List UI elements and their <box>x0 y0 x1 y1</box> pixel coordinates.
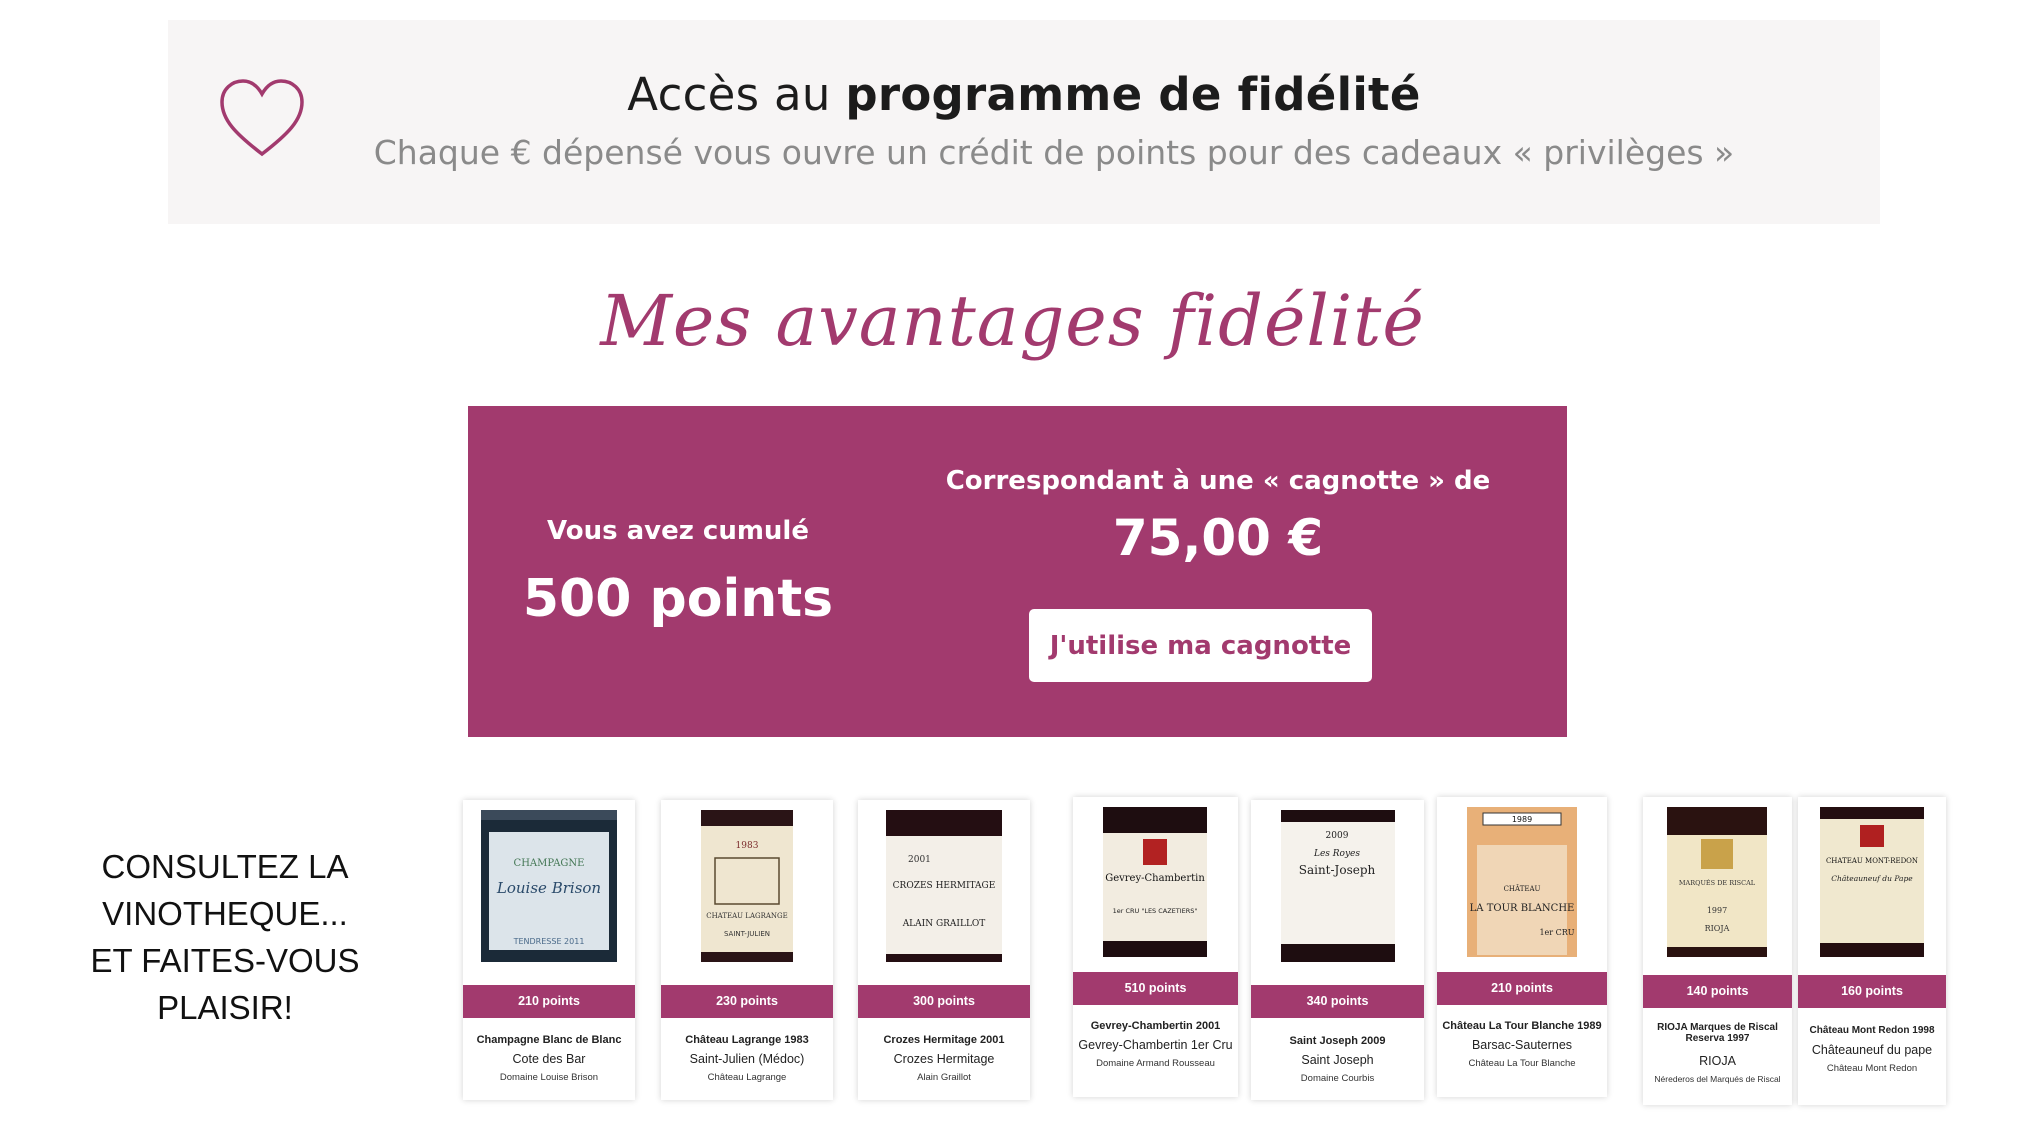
wine-domain: Nérederos del Marqués de Riscal <box>1654 1074 1781 1084</box>
wine-name: Saint Joseph 2009 <box>1289 1035 1386 1047</box>
bottle-label-line: 1983 <box>736 841 759 851</box>
wine-points-badge: 210 points <box>463 985 635 1018</box>
wine-domain: Château La Tour Blanche <box>1468 1058 1576 1069</box>
cagnotte-label: Correspondant à une « cagnotte » de <box>945 466 1491 496</box>
wine-appellation: RIOJA <box>1699 1054 1736 1068</box>
wine-name: Gevrey-Chambertin 2001 <box>1090 1020 1221 1032</box>
promo-line: PLAISIR! <box>157 989 293 1026</box>
use-cagnotte-button[interactable]: J'utilise ma cagnotte <box>1029 609 1372 682</box>
bottle-label-line: CROZES HERMITAGE <box>893 881 996 891</box>
wine-points-badge: 140 points <box>1643 975 1792 1008</box>
bottle-label-line: 1989 <box>1512 815 1532 824</box>
wine-appellation: Châteauneuf du pape <box>1811 1043 1933 1057</box>
banner-subtitle: Chaque € dépensé vous ouvre un crédit de… <box>373 133 1735 172</box>
wine-domain: Domaine Armand Rousseau <box>1096 1058 1215 1069</box>
bottle-label-line: 2009 <box>1326 831 1349 841</box>
wine-name: Crozes Hermitage 2001 <box>883 1034 1005 1046</box>
wine-card[interactable]: 1989 CHÂTEAU LA TOUR BLANCHE 1er CRU 210… <box>1437 797 1607 1097</box>
wine-appellation: Saint-Julien (Médoc) <box>689 1052 805 1066</box>
promo-line: ET FAITES-VOUS <box>90 942 360 979</box>
wine-bottle-image: Gevrey-Chambertin 1er CRU "LES CAZETIERS… <box>1103 807 1207 957</box>
wine-bottle-image: CHATEAU MONT-REDON Châteauneuf du Pape <box>1820 807 1924 957</box>
wine-domain: Château Mont Redon <box>1826 1063 1918 1074</box>
bottle-label-line: 1997 <box>1707 906 1727 915</box>
wine-appellation: Cote des Bar <box>512 1052 586 1066</box>
wine-domain: Domaine Courbis <box>1300 1073 1375 1084</box>
bottle-label-line: 2001 <box>908 855 931 865</box>
wine-bottle-image: CHAMPAGNE Louise Brison TENDRESSE 2011 <box>481 810 617 962</box>
wine-points-badge: 230 points <box>661 985 833 1018</box>
wine-name: Château Lagrange 1983 <box>685 1034 809 1046</box>
wine-points-badge: 160 points <box>1798 975 1946 1008</box>
bottle-label-line: TENDRESSE 2011 <box>513 937 585 946</box>
wine-bottle-image: 2001 CROZES HERMITAGE ALAIN GRAILLOT <box>886 810 1002 962</box>
wine-points-badge: 300 points <box>858 985 1030 1018</box>
section-title: Mes avantages fidélité <box>600 280 1425 362</box>
wine-appellation: Gevrey-Chambertin 1er Cru <box>1078 1038 1233 1052</box>
bottle-label-line: 1er CRU "LES CAZETIERS" <box>1113 907 1198 915</box>
banner-title: Accès au programme de fidélité <box>168 68 1880 121</box>
bottle-label-line: CHATEAU MONT-REDON <box>1826 857 1918 865</box>
points-value: 500 points <box>522 569 834 629</box>
bottle-label-line: RIOJA <box>1705 924 1730 933</box>
wine-name: Château Mont Redon 1998 <box>1809 1025 1935 1036</box>
wine-appellation: Barsac-Sauternes <box>1471 1038 1573 1052</box>
bottle-label-line: Saint-Joseph <box>1299 863 1376 877</box>
promo-line: VINOTHEQUE... <box>102 895 348 932</box>
bottle-label-line: Les Royes <box>1313 849 1360 859</box>
wine-card[interactable]: 2009 Les Royes Saint-Joseph 340 points S… <box>1251 800 1424 1100</box>
bottle-label-line: CHÂTEAU <box>1504 884 1541 893</box>
wine-card[interactable]: 1983 CHATEAU LAGRANGE SAINT-JULIEN 230 p… <box>661 800 833 1100</box>
wine-bottle-image: 1989 CHÂTEAU LA TOUR BLANCHE 1er CRU <box>1467 807 1577 957</box>
wine-domain: Domaine Louise Brison <box>499 1072 599 1083</box>
cagnotte-value: 75,00 € <box>1112 509 1324 567</box>
wine-domain: Château Lagrange <box>707 1072 787 1083</box>
wine-card[interactable]: CHAMPAGNE Louise Brison TENDRESSE 2011 2… <box>463 800 635 1100</box>
loyalty-banner: Accès au programme de fidélité Chaque € … <box>168 20 1880 224</box>
bottle-label-line: Gevrey-Chambertin <box>1105 873 1205 884</box>
wine-points-badge: 340 points <box>1251 985 1424 1018</box>
wine-points-badge: 510 points <box>1073 972 1238 1005</box>
bottle-label-line: MARQUÉS DE RISCAL <box>1679 878 1756 887</box>
bottle-label-line: Louise Brison <box>496 879 601 897</box>
wine-card[interactable]: Gevrey-Chambertin 1er CRU "LES CAZETIERS… <box>1073 797 1238 1097</box>
wine-appellation: Crozes Hermitage <box>893 1052 995 1066</box>
wine-card[interactable]: 2001 CROZES HERMITAGE ALAIN GRAILLOT 300… <box>858 800 1030 1100</box>
bottle-label-line: SAINT-JULIEN <box>724 930 770 938</box>
wine-domain: Alain Graillot <box>917 1072 971 1083</box>
wine-bottle-image: 1983 CHATEAU LAGRANGE SAINT-JULIEN <box>701 810 793 962</box>
wine-bottle-image: 2009 Les Royes Saint-Joseph <box>1281 810 1395 962</box>
bottle-label-line: CHAMPAGNE <box>514 858 585 869</box>
wine-bottle-image: MARQUÉS DE RISCAL 1997 RIOJA <box>1667 807 1767 957</box>
loyalty-summary: Vous avez cumulé 500 points Correspondan… <box>468 406 1567 737</box>
wine-appellation: Saint Joseph <box>1301 1053 1374 1067</box>
wine-points-badge: 210 points <box>1437 972 1607 1005</box>
bottle-label-line: 1er CRU <box>1539 928 1574 937</box>
bottle-label-line: ALAIN GRAILLOT <box>902 919 986 929</box>
wine-name: RIOJA Marques de Riscal Reserva 1997 <box>1657 1022 1778 1044</box>
bottle-label-line: CHATEAU LAGRANGE <box>706 912 788 920</box>
wine-name: Château La Tour Blanche 1989 <box>1442 1020 1602 1032</box>
banner-title-bold: programme de fidélité <box>845 68 1421 121</box>
wine-name: Champagne Blanc de Blanc <box>476 1034 622 1046</box>
points-label: Vous avez cumulé <box>547 516 809 546</box>
vinotheque-promo: CONSULTEZ LA VINOTHEQUE... ET FAITES-VOU… <box>70 843 380 1031</box>
wine-card[interactable]: MARQUÉS DE RISCAL 1997 RIOJA 140 points … <box>1643 797 1792 1105</box>
bottle-label-line: Châteauneuf du Pape <box>1831 874 1913 883</box>
wine-card[interactable]: CHATEAU MONT-REDON Châteauneuf du Pape 1… <box>1798 797 1946 1105</box>
promo-line: CONSULTEZ LA <box>101 848 349 885</box>
banner-title-plain: Accès au <box>627 68 831 121</box>
bottle-label-line: LA TOUR BLANCHE <box>1470 903 1575 914</box>
